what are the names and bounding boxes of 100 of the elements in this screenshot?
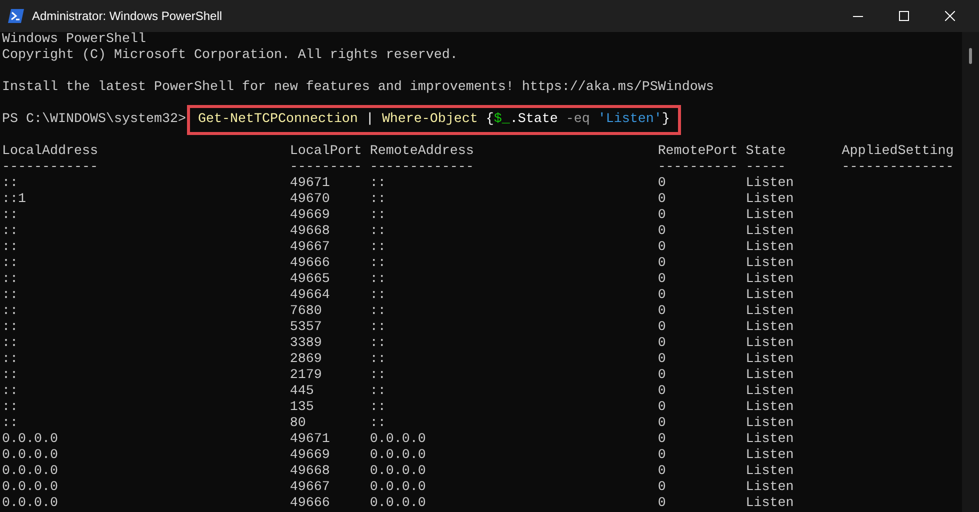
table-cell: ::: [370, 400, 386, 415]
table-cell: ::: [370, 336, 386, 351]
table-cell: 0: [658, 432, 666, 447]
table-cell: 0: [658, 416, 666, 431]
table-cell: ::: [2, 352, 18, 367]
table-cell: 0: [658, 256, 666, 271]
table-cell: 0.0.0.0: [2, 480, 58, 495]
table-cell: 0.0.0.0: [370, 480, 426, 495]
header-underline: ----------: [658, 160, 738, 175]
table-cell: ::: [370, 304, 386, 319]
table-cell: 49666: [290, 256, 330, 271]
table-cell: 49668: [290, 464, 330, 479]
table-cell: ::: [370, 272, 386, 287]
column-header: LocalAddress: [2, 144, 98, 159]
table-cell: 2869: [290, 352, 322, 367]
table-cell: 0: [658, 192, 666, 207]
table-cell: 0: [658, 304, 666, 319]
table-cell: ::: [2, 256, 18, 271]
table-cell: ::: [2, 304, 18, 319]
table-cell: 49665: [290, 272, 330, 287]
table-cell: 49671: [290, 176, 330, 191]
table-cell: 2179: [290, 368, 322, 383]
table-cell: 0.0.0.0: [2, 464, 58, 479]
table-cell: ::: [370, 320, 386, 335]
table-cell: ::: [370, 208, 386, 223]
table-cell: 49667: [290, 240, 330, 255]
header-underline: ------------: [2, 160, 98, 175]
table-cell: 0: [658, 368, 666, 383]
table-cell: Listen: [746, 416, 794, 431]
table-cell: 0.0.0.0: [2, 448, 58, 463]
table-cell: 5357: [290, 320, 322, 335]
table-cell: 49670: [290, 192, 330, 207]
table-cell: 3389: [290, 336, 322, 351]
table-cell: Listen: [746, 272, 794, 287]
table-cell: ::: [370, 384, 386, 399]
table-cell: 49664: [290, 288, 330, 303]
table-cell: 0: [658, 336, 666, 351]
column-header: RemotePort: [658, 144, 738, 159]
table-cell: 445: [290, 384, 314, 399]
table-cell: ::: [370, 352, 386, 367]
table-cell: ::: [2, 208, 18, 223]
table-cell: 0: [658, 400, 666, 415]
table-cell: ::: [2, 288, 18, 303]
table-cell: 0: [658, 384, 666, 399]
table-cell: 0.0.0.0: [2, 432, 58, 447]
table-cell: Listen: [746, 288, 794, 303]
table-cell: 0: [658, 448, 666, 463]
table-cell: ::: [2, 416, 18, 431]
table-cell: 80: [290, 416, 306, 431]
table-cell: Listen: [746, 352, 794, 367]
table-cell: 0.0.0.0: [370, 448, 426, 463]
table-cell: 49667: [290, 480, 330, 495]
window-title: Administrator: Windows PowerShell: [32, 9, 224, 23]
table-cell: Listen: [746, 432, 794, 447]
table-cell: ::: [370, 240, 386, 255]
table-cell: 49669: [290, 448, 330, 463]
command-text: Get-NetTCPConnection | Where-Object {$_.State -eq 'Listen'}: [186, 105, 681, 135]
table-cell: 49669: [290, 208, 330, 223]
table-cell: Listen: [746, 336, 794, 351]
table-cell: Listen: [746, 320, 794, 335]
table-cell: ::: [370, 256, 386, 271]
console-line: Windows PowerShell: [2, 32, 146, 47]
table-cell: ::: [2, 384, 18, 399]
header-underline: -----: [746, 160, 786, 175]
column-header: LocalPort: [290, 144, 362, 159]
table-cell: ::: [370, 288, 386, 303]
table-cell: 0: [658, 240, 666, 255]
table-cell: Listen: [746, 192, 794, 207]
table-cell: 0: [658, 480, 666, 495]
table-cell: 0: [658, 288, 666, 303]
scrollbar[interactable]: [962, 32, 979, 512]
powershell-icon: [8, 9, 24, 23]
table-cell: 0.0.0.0: [370, 496, 426, 511]
table-cell: 0: [658, 272, 666, 287]
table-cell: 0.0.0.0: [370, 432, 426, 447]
table-cell: Listen: [746, 304, 794, 319]
table-cell: ::: [370, 176, 386, 191]
table-cell: 0: [658, 464, 666, 479]
table-cell: 0: [658, 496, 666, 511]
table-cell: Listen: [746, 256, 794, 271]
close-icon: [945, 11, 955, 21]
table-cell: Listen: [746, 400, 794, 415]
prompt-text: PS C:\WINDOWS\system32>: [2, 112, 186, 128]
table-cell: Listen: [746, 384, 794, 399]
table-cell: 0: [658, 176, 666, 191]
table-cell: 0: [658, 224, 666, 239]
table-cell: 0: [658, 208, 666, 223]
table-cell: Listen: [746, 368, 794, 383]
table-cell: Listen: [746, 208, 794, 223]
table-cell: 135: [290, 400, 314, 415]
table-cell: Listen: [746, 448, 794, 463]
table-cell: ::: [370, 368, 386, 383]
table-cell: ::: [2, 336, 18, 351]
console-line: Copyright (C) Microsoft Corporation. All rights reserved.: [2, 48, 458, 63]
table-cell: Listen: [746, 480, 794, 495]
header-underline: --------------: [842, 160, 954, 175]
table-cell: ::: [2, 176, 18, 191]
header-underline: ---------: [290, 160, 362, 175]
table-cell: ::: [2, 272, 18, 287]
table-cell: 0: [658, 320, 666, 335]
